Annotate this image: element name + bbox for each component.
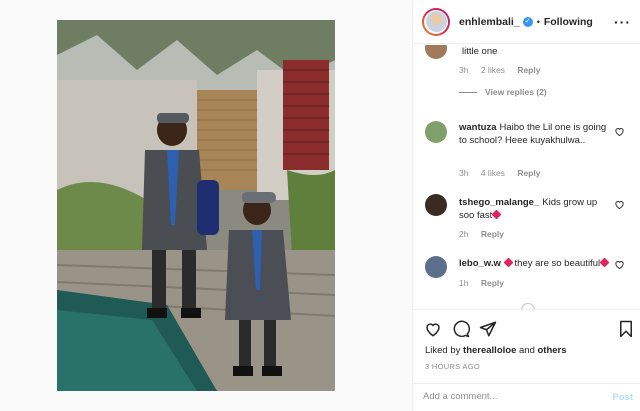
post-comment-button[interactable]: Post <box>612 392 633 403</box>
liked-prefix: Liked by <box>425 345 461 356</box>
comment-meta: 2h Reply <box>459 229 514 239</box>
comment-time: 2h <box>459 229 469 239</box>
comment-bubble-icon[interactable] <box>452 320 470 338</box>
comment-username[interactable]: wantuza <box>459 122 496 133</box>
more-horizontal-icon[interactable]: ··· <box>614 14 631 30</box>
like-comment-heart-icon[interactable] <box>614 199 625 210</box>
heart-emoji-icon <box>599 257 610 268</box>
reply-button[interactable]: Reply <box>517 65 540 75</box>
post-header: enhlembali_ ✓ • Following ··· <box>413 0 640 44</box>
view-replies-button[interactable]: View replies (2) <box>459 87 547 97</box>
verified-badge-icon: ✓ <box>522 16 533 27</box>
commenter-avatar[interactable] <box>425 121 447 143</box>
like-comment-heart-icon[interactable] <box>614 126 625 137</box>
reply-button[interactable]: Reply <box>481 278 504 288</box>
instagram-post-view: enhlembali_ ✓ • Following ··· little one… <box>0 0 640 411</box>
comment-likes[interactable]: 4 likes <box>481 168 505 178</box>
share-paper-plane-icon[interactable] <box>479 320 497 338</box>
liked-others-link[interactable]: others <box>538 345 567 356</box>
comment-likes[interactable]: 2 likes <box>481 65 505 75</box>
author-username[interactable]: enhlembali_ <box>459 16 520 28</box>
heart-emoji-icon <box>491 209 502 220</box>
reply-button[interactable]: Reply <box>517 168 540 178</box>
following-button[interactable]: Following <box>544 16 593 28</box>
comment-text: wantuza Haibo the Lil one is going to sch… <box>459 121 609 147</box>
like-comment-heart-icon[interactable] <box>614 259 625 270</box>
comment-text: lebo_w.w they are so beautiful <box>459 257 610 270</box>
add-comment-bar: Post <box>413 383 640 411</box>
view-replies-label: View replies (2) <box>485 87 547 97</box>
comment-username[interactable]: lebo_w.w <box>459 258 501 269</box>
view-replies-line <box>459 91 477 93</box>
commenter-avatar[interactable] <box>425 256 447 278</box>
comment-meta: 3h 2 likes Reply <box>459 65 550 75</box>
like-heart-icon[interactable] <box>424 320 442 338</box>
photo-illustration <box>57 20 335 391</box>
add-comment-input[interactable] <box>423 391 593 402</box>
comment-body: they are so beautiful <box>514 258 601 269</box>
comment-text: tshego_malange_ Kids grow up soo fast <box>459 196 609 222</box>
save-bookmark-icon[interactable] <box>617 320 635 338</box>
comment-time: 3h <box>459 65 469 75</box>
commenter-avatar[interactable] <box>425 45 447 59</box>
heart-emoji-icon <box>503 257 514 268</box>
comments-list: little one 3h 2 likes Reply View replies… <box>413 45 640 309</box>
post-photo[interactable] <box>57 20 335 391</box>
liked-by-user-link[interactable]: therealloloe <box>463 345 516 356</box>
comment-meta: 3h 4 likes Reply <box>459 168 550 178</box>
liked-and: and <box>519 345 535 356</box>
post-timestamp[interactable]: 3 HOURS AGO <box>425 362 480 371</box>
commenter-avatar[interactable] <box>425 194 447 216</box>
author-avatar[interactable] <box>422 7 450 36</box>
post-media-area <box>0 0 412 411</box>
liked-by-text: Liked by therealloloe and others <box>425 345 567 356</box>
comment-time: 1h <box>459 278 469 288</box>
header-separator: • <box>536 16 540 27</box>
post-side-panel: enhlembali_ ✓ • Following ··· little one… <box>412 0 640 411</box>
comment-time: 3h <box>459 168 469 178</box>
comment-meta: 1h Reply <box>459 278 514 288</box>
avatar-frame <box>424 9 448 34</box>
comment-body: little one <box>462 46 498 57</box>
reply-button[interactable]: Reply <box>481 229 504 239</box>
avatar-image <box>425 11 447 32</box>
comment-text: little one <box>459 45 609 58</box>
post-actions: Liked by therealloloe and others 3 HOURS… <box>413 309 640 411</box>
comment-username[interactable]: tshego_malange_ <box>459 197 539 208</box>
